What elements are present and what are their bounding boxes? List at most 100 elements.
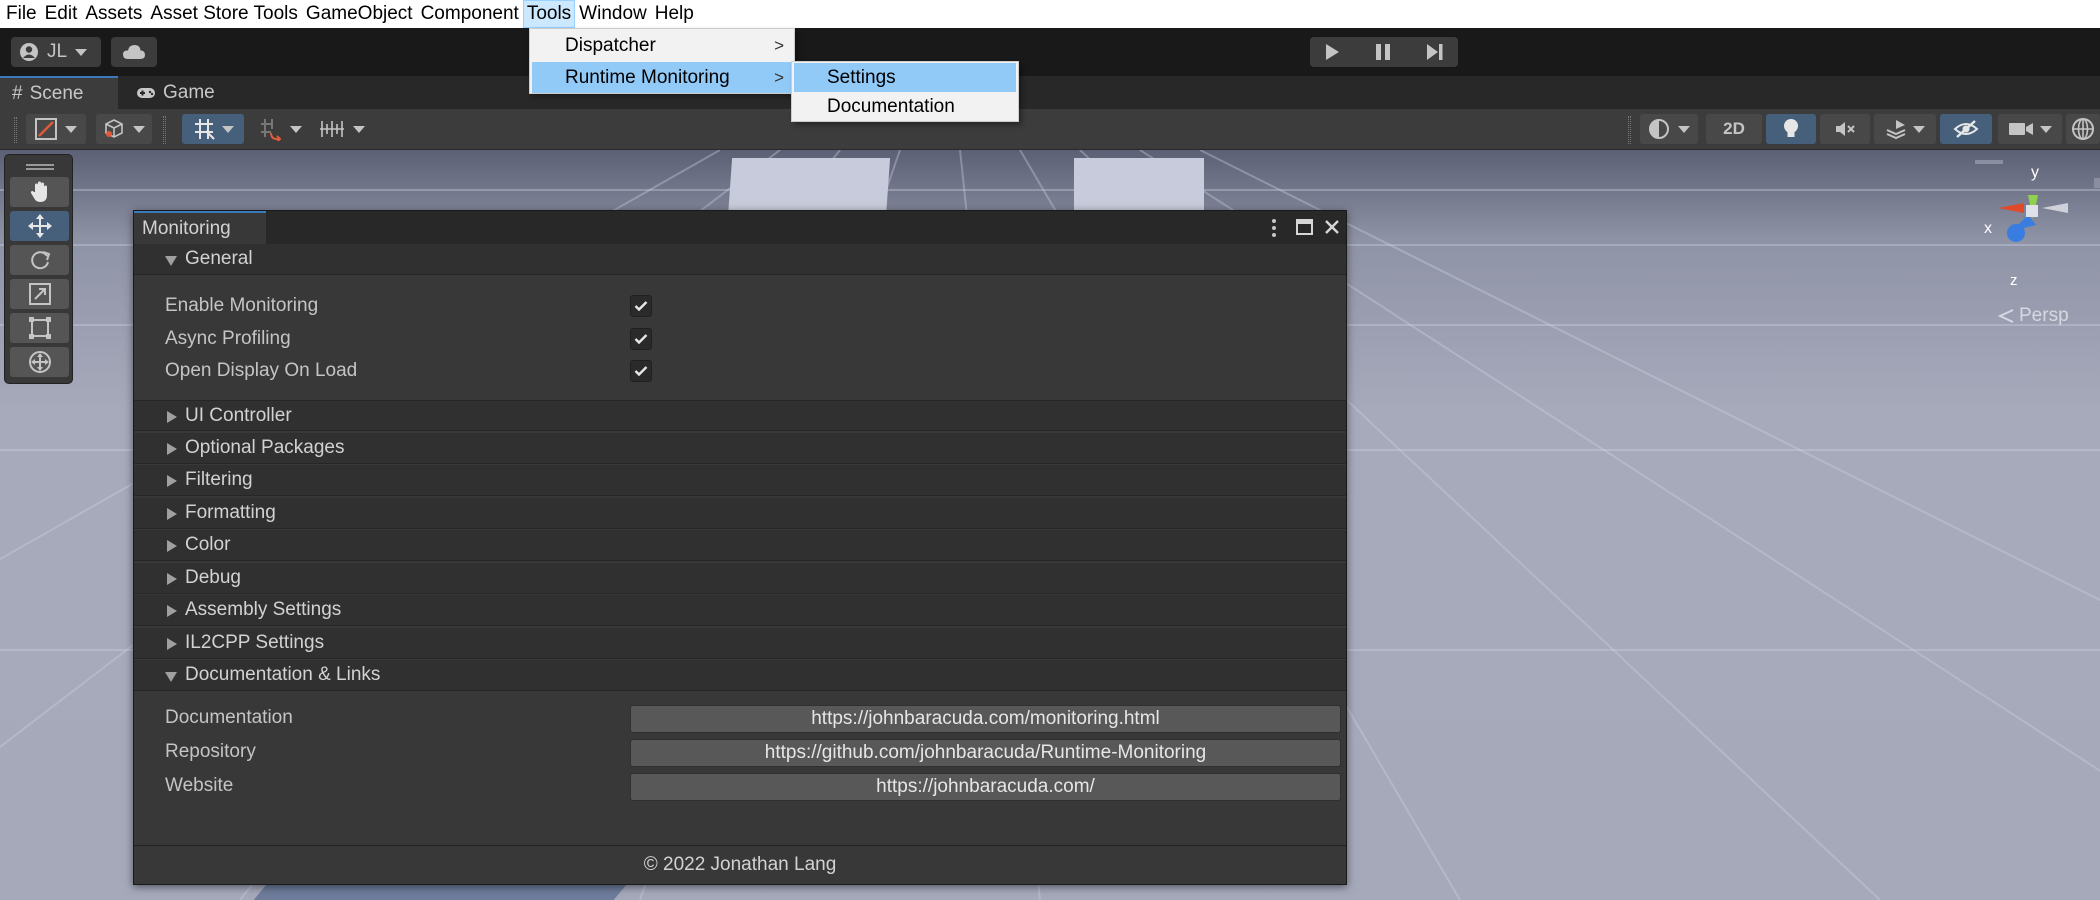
open-display-on-load-checkbox[interactable]	[630, 360, 652, 382]
step-icon[interactable]	[1426, 43, 1444, 61]
section-label: Filtering	[185, 469, 253, 490]
camera-dropdown[interactable]	[1998, 114, 2062, 144]
async-profiling-checkbox[interactable]	[630, 328, 652, 350]
menu-help[interactable]: Help	[651, 0, 698, 28]
increment-snap-dropdown[interactable]	[252, 114, 308, 144]
shading-sphere-dropdown[interactable]	[1640, 114, 1698, 144]
effects-dropdown[interactable]	[1874, 114, 1936, 144]
scene-object[interactable]	[1074, 158, 1204, 218]
tool-palette	[4, 154, 73, 384]
menu-window[interactable]: Window	[575, 0, 651, 28]
section-label: Optional Packages	[185, 437, 345, 458]
chevron-down-icon	[222, 125, 234, 133]
scale-tool-button[interactable]	[10, 279, 69, 309]
lock-icon[interactable]	[2094, 178, 2100, 188]
chevron-down-icon	[353, 125, 365, 133]
drag-handle[interactable]	[14, 117, 17, 143]
menu-asset-store-tools[interactable]: Asset Store Tools	[146, 0, 302, 28]
hand-tool-button[interactable]	[10, 177, 69, 207]
cloud-button[interactable]	[111, 37, 157, 67]
close-icon[interactable]	[1324, 219, 1340, 235]
section-general-body: Enable Monitoring Async Profiling Open D…	[134, 275, 1346, 400]
speaker-muted-icon	[1834, 119, 1856, 139]
menu-item-label: Runtime Monitoring	[565, 67, 730, 88]
menu-item-dispatcher[interactable]: Dispatcher >	[532, 30, 792, 61]
draw-mode-dropdown[interactable]	[26, 114, 86, 144]
audio-toggle[interactable]	[1820, 114, 1870, 144]
tab-scene[interactable]: # Scene	[0, 76, 118, 109]
menu-item-runtime-monitoring[interactable]: Runtime Monitoring >	[532, 62, 792, 93]
projection-toggle[interactable]: Persp	[1997, 305, 2069, 327]
section-ui-controller-header[interactable]: UI Controller	[134, 400, 1346, 431]
checkmark-icon	[634, 300, 648, 312]
gizmo-y-label: y	[2031, 164, 2039, 181]
submenu-arrow-icon: >	[774, 36, 784, 55]
menu-tools[interactable]: Tools	[522, 0, 576, 28]
section-color-header[interactable]: Color	[134, 530, 1346, 561]
menu-item-settings[interactable]: Settings	[794, 63, 1016, 92]
menu-item-label: Dispatcher	[565, 35, 656, 56]
play-icon[interactable]	[1323, 43, 1341, 61]
scene-object[interactable]	[727, 158, 891, 218]
menu-assets[interactable]: Assets	[81, 0, 146, 28]
view-tabs: # Scene Game	[0, 76, 2100, 109]
menu-item-label: Settings	[827, 67, 896, 88]
website-link-button[interactable]: https://johnbaracuda.com/	[630, 773, 1341, 801]
menu-file[interactable]: File	[2, 0, 41, 28]
section-formatting-header[interactable]: Formatting	[134, 498, 1346, 529]
gizmo-drag-handle[interactable]	[1975, 160, 2003, 164]
account-dropdown[interactable]: JL	[11, 37, 101, 67]
scene-visibility-toggle[interactable]	[1940, 114, 1992, 144]
monitoring-window: Monitoring General Enable Monitoring Asy…	[133, 210, 1347, 885]
section-general-header[interactable]: General	[134, 244, 1346, 275]
pause-icon[interactable]	[1374, 43, 1392, 61]
window-tab[interactable]: Monitoring	[134, 211, 266, 244]
tab-scene-label: Scene	[29, 82, 84, 104]
section-assembly-settings-header[interactable]: Assembly Settings	[134, 595, 1346, 626]
palette-drag-handle[interactable]	[26, 164, 54, 170]
scale-icon	[28, 283, 51, 305]
lighting-toggle[interactable]	[1766, 114, 1816, 144]
enable-monitoring-checkbox[interactable]	[630, 295, 652, 317]
menu-component[interactable]: Component	[417, 0, 523, 28]
menu-item-label: Documentation	[827, 96, 955, 117]
more-options-icon[interactable]	[1270, 218, 1278, 238]
cube-icon	[103, 118, 125, 140]
globe-icon	[2071, 117, 2095, 141]
submenu-arrow-icon: >	[774, 68, 784, 87]
grid-snap-toggle[interactable]	[182, 114, 244, 144]
menu-edit[interactable]: Edit	[41, 0, 82, 28]
documentation-link-button[interactable]: https://johnbaracuda.com/monitoring.html	[630, 705, 1341, 733]
maximize-icon[interactable]	[1296, 219, 1313, 235]
menu-gameobject[interactable]: GameObject	[302, 0, 417, 28]
section-filtering-header[interactable]: Filtering	[134, 465, 1346, 496]
mode-2d-toggle[interactable]: 2D	[1706, 114, 1762, 144]
section-label: Color	[185, 534, 231, 555]
section-debug-header[interactable]: Debug	[134, 563, 1346, 594]
tab-game[interactable]: Game	[124, 76, 236, 109]
rotate-tool-button[interactable]	[10, 245, 69, 275]
rect-tool-button[interactable]	[10, 313, 69, 343]
gizmos-button[interactable]	[2066, 114, 2100, 144]
section-documentation-links-header[interactable]: Documentation & Links	[134, 660, 1346, 691]
collapsed-triangle-icon	[167, 573, 177, 585]
separator	[1628, 116, 1631, 144]
copyright-footer: © 2022 Jonathan Lang	[134, 845, 1346, 884]
menu-bar: File Edit Assets Asset Store Tools GameO…	[0, 0, 2100, 28]
ruler-dropdown[interactable]	[312, 114, 372, 144]
transform-tool-button[interactable]	[10, 347, 69, 377]
repository-link-button[interactable]: https://github.com/johnbaracuda/Runtime-…	[630, 739, 1341, 767]
account-icon	[19, 42, 39, 62]
menu-item-documentation[interactable]: Documentation	[794, 92, 1016, 121]
section-label: UI Controller	[185, 405, 292, 426]
orientation-gizmo[interactable]: y x z Persp	[1975, 160, 2100, 330]
section-label: IL2CPP Settings	[185, 632, 325, 653]
section-optional-packages-header[interactable]: Optional Packages	[134, 433, 1346, 464]
shading-mode-dropdown[interactable]	[96, 114, 152, 144]
layers-icon	[1885, 118, 1907, 140]
collapsed-triangle-icon	[167, 475, 177, 487]
section-documentation-links-body: Documentation https://johnbaracuda.com/m…	[134, 692, 1346, 844]
move-tool-button[interactable]	[10, 211, 69, 241]
camera-icon	[2008, 120, 2034, 138]
section-il2cpp-settings-header[interactable]: IL2CPP Settings	[134, 628, 1346, 659]
